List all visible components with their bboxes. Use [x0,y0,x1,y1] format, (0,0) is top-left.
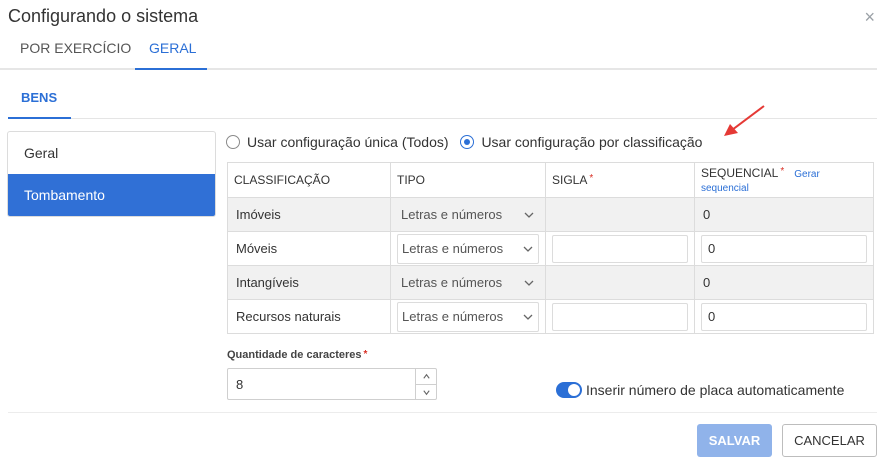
save-button[interactable]: SALVAR [697,424,772,457]
tipo-select[interactable]: Letras e números [397,201,539,229]
tipo-select[interactable]: Letras e números [397,301,539,332]
header-sequencial: SEQUENCIAL * Gerar sequencial [694,162,874,198]
cancel-button[interactable]: CANCELAR [782,424,877,457]
table-row: Imóveis Letras e números 0 [227,197,874,232]
sequencial-input[interactable]: 0 [701,234,867,263]
sigla-input[interactable] [552,302,688,331]
required-mark: * [780,166,785,177]
classificacao-text: Móveis [236,241,278,256]
tipo-value: Letras e números [402,241,504,256]
sigla-cell [545,265,695,300]
sequencial-cell: 0 [694,299,874,334]
annotation-arrow-icon [724,105,765,136]
table-row: Intangíveis Letras e números 0 [227,265,874,300]
sigla-input[interactable] [552,234,688,263]
tipo-cell: Letras e números [390,265,546,300]
subtab-bens[interactable]: BENS [21,90,57,105]
chevron-down-icon [523,246,533,252]
radio-configuracao-classificacao[interactable]: Usar configuração por classificação [460,134,702,150]
radio-label: Usar configuração por classificação [481,134,703,150]
sidebar-item-tombamento[interactable]: Tombamento [8,174,215,216]
chevron-down-icon [422,390,430,396]
sidebar: Geral Tombamento [7,131,216,217]
tipo-cell: Letras e números [390,197,546,232]
active-tab-indicator [135,68,207,70]
dialog-title: Configurando o sistema [8,6,199,26]
classificacao-cell: Recursos naturais [227,299,391,334]
sidebar-item-geral[interactable]: Geral [8,132,215,174]
chevron-down-icon [524,280,534,286]
quantidade-label-text: Quantidade de caracteres [227,349,362,361]
classificacao-cell: Móveis [227,231,391,266]
classification-table: CLASSIFICAÇÃO TIPO SIGLA * SEQUENCIAL * Ger… [227,162,874,334]
stepper-controls [415,369,436,399]
tipo-cell: Letras e números [390,299,546,334]
tipo-value: Letras e números [402,309,504,324]
required-mark: * [589,173,594,184]
classificacao-text: Intangíveis [236,275,299,290]
sequencial-cell: 0 [694,265,874,300]
sigla-cell [545,197,695,232]
tipo-select[interactable]: Letras e números [397,233,539,264]
classificacao-cell: Imóveis [227,197,391,232]
quantidade-value[interactable]: 8 [236,377,243,392]
sigla-cell [545,231,695,266]
top-tabs: POR EXERCÍCIO GERAL [0,38,877,70]
chevron-down-icon [524,212,534,218]
config-radio-group: Usar configuração única (Todos) Usar con… [226,134,710,152]
header-sigla-label: SIGLA [552,173,588,187]
sequencial-cell: 0 [694,197,874,232]
header-classificacao: CLASSIFICAÇÃO [227,162,391,198]
auto-placa-toggle[interactable] [556,382,582,398]
radio-circle-checked[interactable] [460,135,475,149]
quantidade-label: Quantidade de caracteres * [227,349,367,361]
subtab-indicator [8,117,71,119]
close-icon[interactable]: × [864,8,875,26]
auto-placa-toggle-row: Inserir número de placa automaticamente [556,382,844,398]
tab-geral[interactable]: GERAL [149,40,196,56]
footer-divider [8,412,877,413]
classificacao-text: Recursos naturais [236,309,341,324]
sequencial-cell: 0 [694,231,874,266]
tipo-select[interactable]: Letras e números [397,269,539,297]
radio-label: Usar configuração única (Todos) [247,134,449,150]
quantidade-stepper[interactable]: 8 [227,368,437,400]
header-sigla: SIGLA * [545,162,695,198]
chevron-up-icon [422,373,430,379]
tab-por-exercicio[interactable]: POR EXERCÍCIO [20,40,131,56]
sigla-cell [545,299,695,334]
radio-configuracao-unica[interactable]: Usar configuração única (Todos) [226,134,449,150]
toggle-label: Inserir número de placa automaticamente [586,382,845,398]
header-tipo: TIPO [390,162,546,198]
tipo-value: Letras e números [401,275,503,290]
classificacao-text: Imóveis [236,207,281,222]
tipo-value: Letras e números [401,207,503,222]
chevron-down-icon [523,314,533,320]
tipo-cell: Letras e números [390,231,546,266]
sequencial-input[interactable]: 0 [701,302,867,331]
table-row: Recursos naturais Letras e números 0 [227,299,874,334]
table-row: Móveis Letras e números 0 [227,231,874,266]
table-header-row: CLASSIFICAÇÃO TIPO SIGLA * SEQUENCIAL * Ger… [227,162,874,198]
sequencial-value: 0 [703,207,711,222]
header-sequencial-label: SEQUENCIAL [701,166,779,180]
sequencial-value: 0 [703,275,711,290]
stepper-down-button[interactable] [416,385,436,400]
required-mark: * [363,349,368,360]
stepper-up-button[interactable] [416,369,436,385]
radio-circle[interactable] [226,135,240,149]
classificacao-cell: Intangíveis [227,265,391,300]
